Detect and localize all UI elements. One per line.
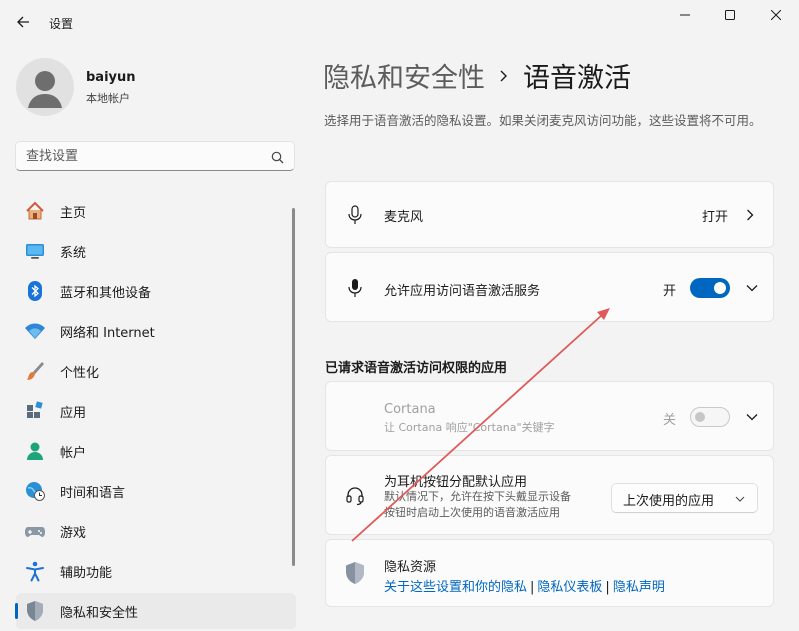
cortana-label: Cortana: [384, 402, 436, 417]
page-description: 选择用于语音激活的隐私设置。如果关闭麦克风访问功能，这些设置将不可用。: [324, 113, 762, 128]
chevron-right-icon: [499, 69, 509, 83]
back-arrow-icon: [17, 16, 29, 28]
sidebar-item-bluetooth[interactable]: 蓝牙和其他设备: [16, 273, 296, 309]
sidebar-item-label: 主页: [60, 205, 87, 221]
sidebar-item-network[interactable]: 网络和 Internet: [16, 313, 296, 349]
user-profile[interactable]: baiyun 本地帐户: [16, 58, 296, 118]
link-separator: |: [530, 580, 535, 595]
maximize-icon: [725, 10, 735, 20]
sidebar-item-gaming[interactable]: 游戏: [16, 513, 296, 549]
gamepad-icon: [24, 520, 46, 542]
search-box: [15, 141, 295, 171]
brush-icon: [24, 360, 46, 382]
dropdown-selected-value: 上次使用的应用: [623, 494, 715, 509]
sidebar-item-label: 系统: [60, 245, 87, 261]
privacy-statement-link[interactable]: 隐私声明: [613, 580, 665, 595]
close-icon: [771, 10, 781, 20]
chevron-down-icon[interactable]: [744, 280, 760, 296]
minimize-button[interactable]: [662, 2, 708, 28]
sidebar-item-label: 应用: [60, 405, 87, 421]
home-icon: [24, 200, 46, 222]
sidebar-item-label: 隐私和安全性: [60, 605, 139, 621]
voice-activation-toggle[interactable]: [690, 278, 730, 298]
shield-icon: [24, 600, 46, 622]
chevron-down-icon[interactable]: [744, 409, 760, 425]
bluetooth-icon: [24, 280, 46, 302]
title-bar: 设置: [0, 0, 799, 44]
person-icon: [24, 440, 46, 462]
cortana-description: 让 Cortana 响应"Cortana"关键字: [384, 421, 555, 434]
sidebar-item-accounts[interactable]: 帐户: [16, 433, 296, 469]
sidebar-item-system[interactable]: 系统: [16, 233, 296, 269]
sidebar-item-home[interactable]: 主页: [16, 193, 296, 229]
wifi-icon: [24, 320, 46, 342]
microphone-label: 麦克风: [384, 210, 424, 225]
toggle-state-text: 关: [663, 413, 677, 428]
microphone-setting-row[interactable]: 麦克风 打开: [325, 181, 774, 248]
chevron-right-icon: [742, 207, 758, 223]
chevron-down-icon: [735, 492, 745, 507]
privacy-resources-label: 隐私资源: [384, 560, 437, 575]
sidebar-item-personalization[interactable]: 个性化: [16, 353, 296, 389]
about-settings-privacy-link[interactable]: 关于这些设置和你的隐私: [384, 580, 527, 595]
avatar: [16, 58, 74, 116]
app-title: 设置: [49, 17, 74, 31]
toggle-knob: [714, 282, 726, 294]
page-title: 语音激活: [523, 63, 631, 94]
shield-icon: [344, 562, 366, 584]
search-input[interactable]: [26, 142, 256, 170]
user-avatar-icon: [28, 71, 62, 108]
sidebar-item-time-language[interactable]: 时间和语言: [16, 473, 296, 509]
globe-clock-icon: [24, 480, 46, 502]
toggle-state-text: 开: [663, 284, 677, 299]
search-icon[interactable]: [271, 149, 284, 168]
sidebar-item-label: 游戏: [60, 525, 87, 541]
accessibility-icon: [24, 560, 46, 582]
default-app-dropdown[interactable]: 上次使用的应用: [611, 483, 758, 513]
cortana-toggle[interactable]: [690, 407, 730, 427]
sidebar-item-privacy-security[interactable]: 隐私和安全性: [15, 593, 296, 629]
sidebar-item-label: 时间和语言: [60, 485, 126, 501]
back-button[interactable]: [8, 8, 38, 36]
breadcrumb: 隐私和安全性 语音激活: [323, 56, 631, 95]
link-separator: |: [605, 580, 610, 595]
apps-icon: [24, 400, 46, 422]
sidebar-item-label: 网络和 Internet: [60, 325, 155, 341]
minimize-icon: [680, 14, 690, 16]
sidebar-item-label: 辅助功能: [60, 565, 113, 581]
microphone-icon: [344, 204, 366, 226]
close-button[interactable]: [753, 2, 799, 28]
apps-section-title: 已请求语音激活访问权限的应用: [325, 361, 508, 376]
privacy-links: 关于这些设置和你的隐私 | 隐私仪表板 | 隐私声明: [384, 576, 665, 595]
cortana-setting-row[interactable]: Cortana 让 Cortana 响应"Cortana"关键字 关: [325, 381, 774, 451]
sidebar-item-apps[interactable]: 应用: [16, 393, 296, 429]
sidebar-item-accessibility[interactable]: 辅助功能: [16, 553, 296, 589]
headset-description-line2: 按钮时启动上次使用的语音激活应用: [384, 506, 560, 519]
monitor-icon: [24, 240, 46, 262]
sidebar-scrollbar[interactable]: [292, 208, 295, 566]
maximize-button[interactable]: [707, 2, 753, 28]
headset-label: 为耳机按钮分配默认应用: [384, 475, 528, 490]
sidebar-item-label: 蓝牙和其他设备: [60, 285, 152, 301]
voice-activation-access-row[interactable]: 允许应用访问语音激活服务 开: [325, 252, 774, 322]
microphone-state: 打开: [702, 210, 729, 225]
privacy-dashboard-link[interactable]: 隐私仪表板: [537, 580, 602, 595]
toggle-knob: [695, 412, 705, 422]
sidebar-item-label: 个性化: [60, 365, 100, 381]
privacy-resources-row: 隐私资源 关于这些设置和你的隐私 | 隐私仪表板 | 隐私声明: [325, 539, 774, 607]
account-type: 本地帐户: [86, 92, 130, 105]
headset-icon: [344, 485, 366, 507]
microphone-filled-icon: [344, 277, 366, 299]
headset-description-line1: 默认情况下，允许在按下头戴显示设备: [384, 490, 571, 503]
sidebar-item-label: 帐户: [60, 445, 87, 461]
voice-activation-label: 允许应用访问语音激活服务: [384, 284, 541, 299]
breadcrumb-parent[interactable]: 隐私和安全性: [323, 56, 485, 95]
headset-button-setting-row[interactable]: 为耳机按钮分配默认应用 默认情况下，允许在按下头戴显示设备 按钮时启动上次使用的…: [325, 455, 774, 535]
sidebar-nav: 主页 系统 蓝牙和其他设备 网络和 Internet 个性化 应用 帐户 时间和…: [15, 193, 296, 631]
user-name: baiyun: [86, 70, 136, 85]
